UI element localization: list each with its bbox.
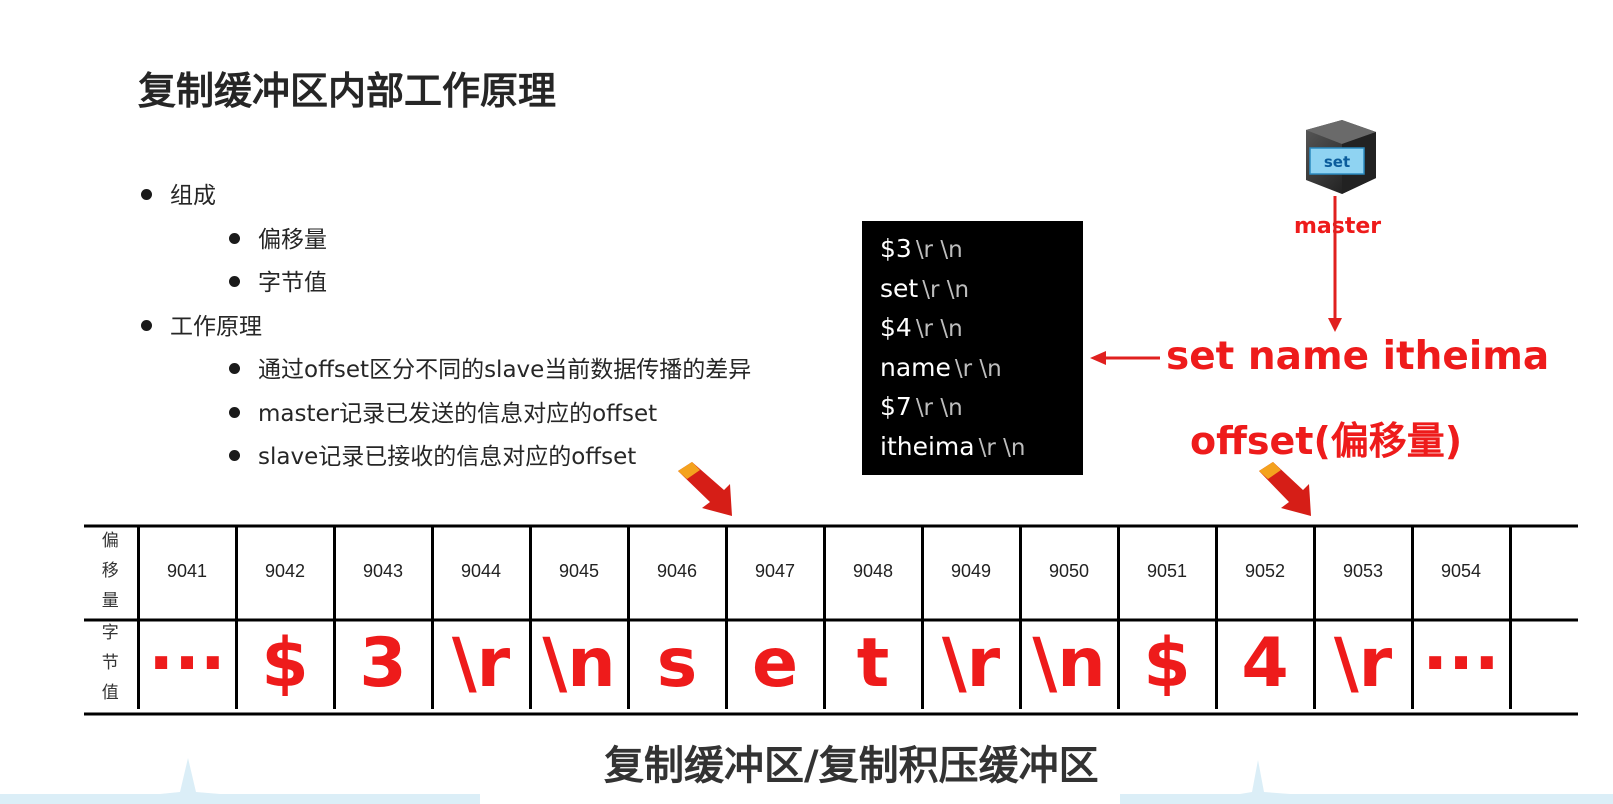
byte-cell: 4 (1214, 617, 1314, 709)
byte-row: 字 节 值 ··· $ 3 \r \n s e t \r \n $ 4 \r ·… (84, 617, 1578, 709)
offset-row-label-char: 移 (101, 561, 119, 581)
bullet-working-text: 工作原理 (170, 314, 262, 340)
resp-line-crlf: \r \n (978, 434, 1026, 461)
byte-cell: \r (1312, 617, 1412, 709)
offset-cell: 9046 (626, 525, 726, 617)
bullet-w2-text: master记录已发送的信息对应的offset (258, 401, 658, 427)
offset-cell: 9048 (822, 525, 922, 617)
byte-cell: \n (528, 617, 628, 709)
bullet-byte-value-text: 字节值 (258, 270, 327, 296)
byte-row-label: 字 节 值 (84, 617, 138, 709)
byte-cell: ··· (136, 617, 236, 709)
resp-line-value: itheima (880, 431, 975, 461)
byte-cell: t (822, 617, 922, 709)
slide: 复制缓冲区内部工作原理 组成 偏移量 字节值 工作原理 通过offset区分不同… (0, 0, 1613, 804)
bullet-dot (141, 320, 152, 331)
offset-cell: 9051 (1116, 525, 1216, 617)
resp-line: itheima \r \n (880, 427, 1083, 467)
bullet-w1-text: 通过offset区分不同的slave当前数据传播的差异 (258, 357, 752, 383)
offset-cell: 9043 (332, 525, 432, 617)
byte-cell: \r (430, 617, 530, 709)
resp-command-box: $3 \r \n set \r \n $4 \r \n name \r \n $7 \r … (862, 221, 1083, 475)
bullet-dot (141, 189, 152, 200)
offset-cell: 9049 (920, 525, 1020, 617)
offset-row-label-char: 量 (101, 591, 119, 611)
offset-row: 偏 移 量 9041 9042 9043 9044 9045 9046 9047… (84, 525, 1578, 617)
offset-row-label-char: 偏 (101, 531, 119, 551)
resp-line-value: $3 (880, 234, 912, 263)
resp-line: set \r \n (880, 269, 1083, 309)
byte-cell: e (724, 617, 824, 709)
byte-cell (1508, 617, 1578, 709)
byte-cell: $ (1116, 617, 1216, 709)
offset-row-label: 偏 移 量 (84, 525, 138, 617)
offset-cell (1508, 525, 1578, 617)
resp-line: $4 \r \n (880, 308, 1083, 348)
offset-cell: 9045 (528, 525, 628, 617)
offset-pointer-arrow-1 (678, 462, 732, 516)
offset-cell: 9053 (1312, 525, 1412, 617)
bullet-working: 工作原理 (141, 307, 262, 341)
server-icon: set (1306, 120, 1376, 194)
resp-line-value: $7 (880, 392, 912, 421)
offset-cell: 9041 (136, 525, 236, 617)
resp-line-crlf: \r \n (915, 316, 963, 342)
resp-line-crlf: \r \n (954, 355, 1002, 382)
byte-cell: \n (1018, 617, 1118, 709)
offset-cell: 9054 (1410, 525, 1510, 617)
replication-buffer-table: 偏 移 量 9041 9042 9043 9044 9045 9046 9047… (84, 525, 1578, 709)
resp-line-value: $4 (880, 313, 912, 342)
resp-line-crlf: \r \n (915, 237, 963, 263)
bullet-w2: master记录已发送的信息对应的offset (229, 394, 657, 428)
byte-cell: s (626, 617, 726, 709)
slide-title: 复制缓冲区内部工作原理 (138, 69, 557, 113)
bullet-offset-text: 偏移量 (258, 227, 327, 253)
bullet-w1: 通过offset区分不同的slave当前数据传播的差异 (229, 350, 751, 384)
bullet-dot (229, 363, 240, 374)
resp-line-value: set (880, 273, 919, 303)
bullet-composition-text: 组成 (170, 183, 216, 209)
resp-line-crlf: \r \n (922, 276, 970, 303)
byte-row-label-char: 节 (101, 653, 119, 673)
byte-cell: \r (920, 617, 1020, 709)
bullet-dot (229, 276, 240, 287)
byte-cell: ··· (1410, 617, 1510, 709)
bullet-composition: 组成 (141, 176, 216, 210)
bullet-dot (229, 450, 240, 461)
resp-line: $7 \r \n (880, 387, 1083, 427)
resp-line: name \r \n (880, 348, 1083, 388)
resp-line: $3 \r \n (880, 229, 1083, 269)
server-badge-text: set (1324, 153, 1350, 171)
offset-cell: 9050 (1018, 525, 1118, 617)
left-arrow-head (1090, 351, 1106, 365)
offset-label: offset(偏移量) (1190, 419, 1463, 463)
bullet-byte-value: 字节值 (229, 263, 327, 297)
byte-cell: 3 (332, 617, 432, 709)
resp-line-value: name (880, 352, 951, 382)
offset-cell: 9052 (1214, 525, 1314, 617)
byte-row-label-char: 字 (101, 623, 119, 643)
bullet-offset: 偏移量 (229, 220, 327, 254)
master-label: master (1294, 214, 1382, 239)
byte-row-label-char: 值 (101, 683, 119, 703)
bullet-dot (229, 233, 240, 244)
bullet-dot (229, 407, 240, 418)
resp-line-crlf: \r \n (915, 395, 963, 421)
bullet-w3-text: slave记录已接收的信息对应的offset (258, 444, 637, 470)
offset-cell: 9044 (430, 525, 530, 617)
buffer-grid: 偏 移 量 9041 9042 9043 9044 9045 9046 9047… (84, 525, 1578, 709)
offset-cell: 9047 (724, 525, 824, 617)
bullet-w3: slave记录已接收的信息对应的offset (229, 437, 636, 471)
offset-pointer-arrow-2 (1259, 462, 1311, 516)
command-text: set name itheima (1166, 334, 1550, 379)
byte-cell: $ (234, 617, 334, 709)
offset-cell: 9042 (234, 525, 334, 617)
master-down-arrow-head (1328, 318, 1342, 332)
diagram-caption: 复制缓冲区/复制积压缓冲区 (604, 743, 1099, 789)
